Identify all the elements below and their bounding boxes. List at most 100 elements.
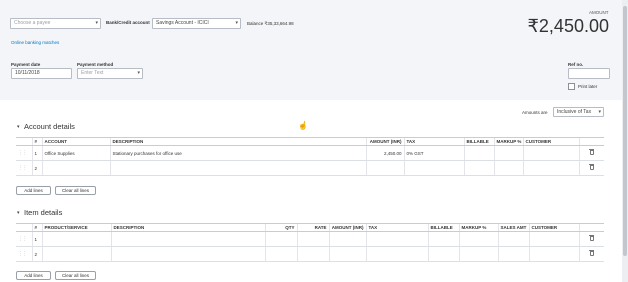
amount-cell[interactable] bbox=[328, 246, 366, 262]
customer-cell[interactable] bbox=[528, 231, 579, 247]
amounts-are-select[interactable]: Inclusive of Tax ▾ bbox=[553, 107, 604, 117]
sales-amt-cell[interactable] bbox=[497, 231, 529, 247]
column-header: # bbox=[31, 223, 42, 232]
chevron-down-icon: ▾ bbox=[95, 20, 98, 26]
payment-date-label: Payment date bbox=[11, 62, 41, 67]
account-details-table: # ACCOUNT DESCRIPTION AMOUNT (INR) TAX B… bbox=[16, 137, 604, 176]
drag-handle-icon[interactable]: ⋮⋮ bbox=[18, 150, 27, 156]
column-header: QTY bbox=[264, 223, 297, 232]
ref-no-label: Ref no. bbox=[568, 62, 584, 67]
bank-account-value: Savings Account - ICICI bbox=[156, 20, 209, 26]
payment-method-label: Payment method bbox=[77, 62, 114, 67]
column-header: BILLABLE bbox=[463, 137, 494, 146]
payment-method-placeholder: Enter Text bbox=[81, 70, 104, 76]
drag-handle-icon[interactable]: ⋮⋮ bbox=[18, 165, 27, 171]
column-header: RATE bbox=[296, 223, 329, 232]
markup-cell[interactable] bbox=[458, 231, 498, 247]
payee-placeholder: Choose a payee bbox=[14, 20, 51, 26]
ref-no-input[interactable] bbox=[568, 68, 610, 79]
clear-all-lines-button[interactable]: Clear all lines bbox=[55, 186, 96, 195]
row-number: 1 bbox=[31, 231, 42, 247]
payee-select[interactable]: Choose a payee ▾ bbox=[10, 18, 101, 29]
sales-amt-cell[interactable] bbox=[497, 246, 529, 262]
column-header: MARKUP % bbox=[458, 223, 498, 232]
markup-cell[interactable] bbox=[493, 160, 523, 176]
billable-cell[interactable] bbox=[427, 246, 459, 262]
billable-cell[interactable] bbox=[427, 231, 459, 247]
collapse-triangle-icon[interactable]: ▾ bbox=[17, 210, 20, 216]
bank-account-select[interactable]: Savings Account - ICICI ▾ bbox=[152, 18, 241, 29]
column-header: DESCRIPTION bbox=[110, 223, 265, 232]
table-row[interactable]: ⋮⋮ 1 Office Supplies Stationary purchase… bbox=[16, 145, 604, 161]
description-cell[interactable] bbox=[110, 231, 265, 247]
table-header-row: # ACCOUNT DESCRIPTION AMOUNT (INR) TAX B… bbox=[16, 137, 604, 146]
customer-cell[interactable] bbox=[522, 160, 579, 176]
clear-all-lines-button[interactable]: Clear all lines bbox=[55, 271, 96, 280]
tax-cell[interactable] bbox=[403, 160, 464, 176]
column-header: BILLABLE bbox=[427, 223, 459, 232]
description-cell[interactable] bbox=[110, 246, 265, 262]
bank-account-label: Bank/Credit account bbox=[106, 20, 150, 25]
chevron-down-icon: ▾ bbox=[137, 70, 140, 76]
payment-date-value: 10/11/2018 bbox=[15, 70, 40, 76]
scrollbar-thumb[interactable] bbox=[623, 6, 627, 256]
product-cell[interactable] bbox=[41, 231, 111, 247]
qty-cell[interactable] bbox=[264, 246, 297, 262]
column-header: PRODUCT/SERVICE bbox=[41, 223, 111, 232]
amount-cell[interactable] bbox=[365, 160, 404, 176]
online-banking-link[interactable]: Online banking matches bbox=[11, 40, 59, 45]
table-row[interactable]: ⋮⋮ 1 bbox=[16, 231, 604, 247]
drag-handle-icon[interactable]: ⋮⋮ bbox=[18, 236, 27, 242]
column-header: CUSTOMER bbox=[528, 223, 579, 232]
amount-label: AMOUNT bbox=[589, 10, 609, 15]
markup-cell[interactable] bbox=[493, 145, 523, 161]
tax-cell[interactable] bbox=[365, 246, 428, 262]
column-header: CUSTOMER bbox=[522, 137, 579, 146]
trash-icon[interactable] bbox=[589, 249, 595, 256]
mouse-cursor-icon: ☝ bbox=[298, 121, 308, 130]
column-header: AMOUNT (INR) bbox=[365, 137, 404, 146]
chevron-down-icon: ▾ bbox=[598, 109, 601, 115]
billable-cell[interactable] bbox=[463, 145, 494, 161]
trash-icon[interactable] bbox=[589, 148, 595, 155]
billable-cell[interactable] bbox=[463, 160, 494, 176]
amount-total: ₹2,450.00 bbox=[527, 16, 609, 36]
table-row[interactable]: ⋮⋮ 2 bbox=[16, 160, 604, 176]
markup-cell[interactable] bbox=[458, 246, 498, 262]
column-header: AMOUNT (INR) bbox=[328, 223, 366, 232]
add-lines-button[interactable]: Add lines bbox=[16, 186, 51, 195]
trash-icon[interactable] bbox=[589, 234, 595, 241]
transaction-header: Choose a payee ▾ Bank/Credit account Sav… bbox=[0, 0, 628, 100]
amount-cell[interactable] bbox=[328, 231, 366, 247]
qty-cell[interactable] bbox=[264, 231, 297, 247]
account-cell[interactable]: Office Supplies bbox=[41, 145, 110, 161]
product-cell[interactable] bbox=[41, 246, 111, 262]
column-header: ACCOUNT bbox=[41, 137, 110, 146]
payment-date-input[interactable]: 10/11/2018 bbox=[11, 68, 72, 79]
column-header: MARKUP % bbox=[493, 137, 523, 146]
transaction-body: Amounts are Inclusive of Tax ▾ ☝ ▾ Accou… bbox=[0, 100, 628, 282]
customer-cell[interactable] bbox=[522, 145, 579, 161]
table-row[interactable]: ⋮⋮ 2 bbox=[16, 246, 604, 262]
print-later-label: Print later bbox=[578, 84, 598, 89]
print-later-checkbox[interactable] bbox=[568, 83, 575, 90]
vertical-scrollbar[interactable] bbox=[622, 0, 628, 282]
tax-cell[interactable] bbox=[365, 231, 428, 247]
amount-cell[interactable]: 2,450.00 bbox=[365, 145, 404, 161]
item-details-title: Item details bbox=[24, 208, 63, 217]
column-header: # bbox=[31, 137, 42, 146]
account-details-title: Account details bbox=[24, 122, 75, 131]
account-cell[interactable] bbox=[41, 160, 110, 176]
tax-cell[interactable]: 0% GST bbox=[403, 145, 464, 161]
collapse-triangle-icon[interactable]: ▾ bbox=[17, 124, 20, 130]
balance-text: Balance ₹35,33,664.98 bbox=[247, 21, 294, 26]
rate-cell[interactable] bbox=[296, 246, 329, 262]
trash-icon[interactable] bbox=[589, 163, 595, 170]
customer-cell[interactable] bbox=[528, 246, 579, 262]
drag-handle-icon[interactable]: ⋮⋮ bbox=[18, 251, 27, 257]
rate-cell[interactable] bbox=[296, 231, 329, 247]
description-cell[interactable] bbox=[109, 160, 366, 176]
payment-method-select[interactable]: Enter Text ▾ bbox=[77, 68, 143, 79]
description-cell[interactable]: Stationary purchases for office use bbox=[109, 145, 366, 161]
add-lines-button[interactable]: Add lines bbox=[16, 271, 51, 280]
